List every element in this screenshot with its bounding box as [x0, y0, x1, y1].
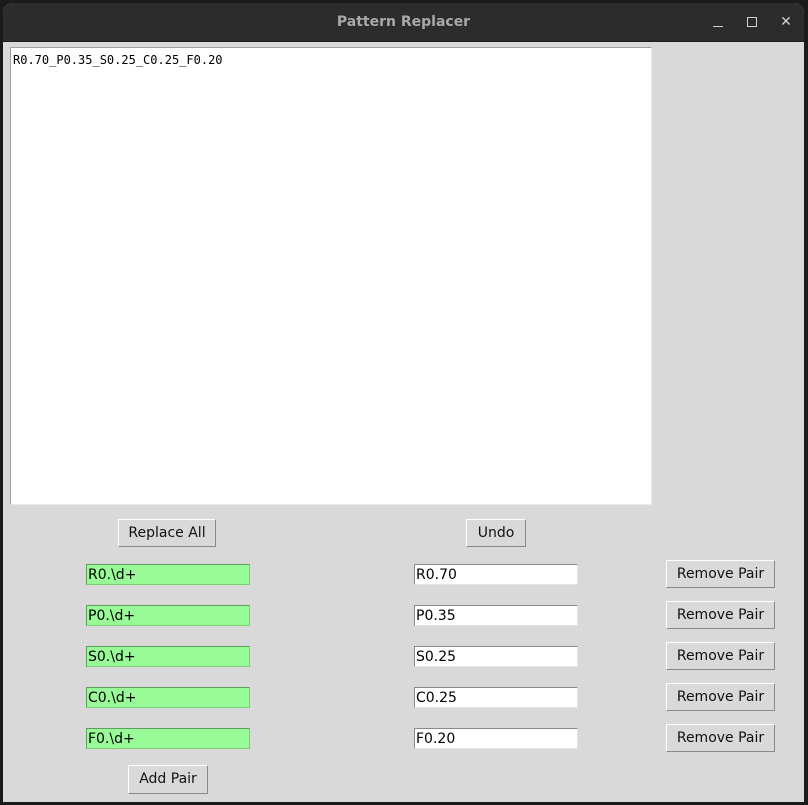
window-title: Pattern Replacer [336, 14, 471, 30]
pattern-input[interactable] [86, 687, 250, 708]
remove-pair-button[interactable]: Remove Pair [666, 601, 775, 629]
close-button[interactable]: ✕ [776, 12, 796, 32]
replacement-input[interactable] [414, 646, 578, 667]
pattern-input[interactable] [86, 728, 250, 749]
minimize-button[interactable] [708, 12, 728, 32]
add-pair-button[interactable]: Add Pair [128, 765, 208, 794]
maximize-button[interactable] [742, 12, 762, 32]
remove-pair-button[interactable]: Remove Pair [666, 560, 775, 588]
replacement-input[interactable] [414, 564, 578, 585]
pattern-replacer-window: Pattern Replacer ✕ R0.70_P0.35_S0.25_C0.… [3, 3, 804, 802]
text-editor[interactable]: R0.70_P0.35_S0.25_C0.25_F0.20 [10, 47, 652, 505]
replacement-input[interactable] [414, 687, 578, 708]
replace-all-button[interactable]: Replace All [118, 519, 216, 547]
minimize-icon [713, 25, 723, 27]
remove-pair-button[interactable]: Remove Pair [666, 642, 775, 670]
remove-pair-button[interactable]: Remove Pair [666, 683, 775, 711]
replacement-input[interactable] [414, 605, 578, 626]
pattern-input[interactable] [86, 605, 250, 626]
undo-button[interactable]: Undo [466, 519, 526, 547]
title-bar[interactable]: Pattern Replacer ✕ [3, 3, 804, 42]
pattern-input[interactable] [86, 646, 250, 667]
pattern-input[interactable] [86, 564, 250, 585]
maximize-icon [747, 17, 757, 27]
replacement-input[interactable] [414, 728, 578, 749]
close-icon: ✕ [780, 14, 792, 30]
remove-pair-button[interactable]: Remove Pair [666, 724, 775, 752]
